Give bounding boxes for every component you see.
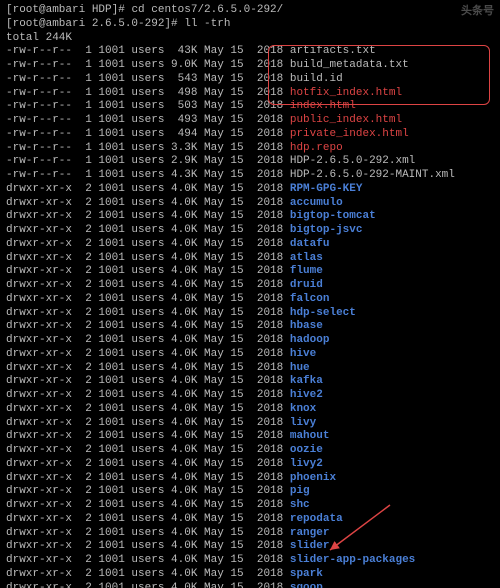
list-item: -rw-r--r-- 1 1001 users 503 May 15 2018 … <box>6 100 494 114</box>
list-item: drwxr-xr-x 2 1001 users 4.0K May 15 2018… <box>6 224 494 238</box>
list-item: drwxr-xr-x 2 1001 users 4.0K May 15 2018… <box>6 265 494 279</box>
file-name: sqoop <box>290 582 323 588</box>
list-item: drwxr-xr-x 2 1001 users 4.0K May 15 2018… <box>6 430 494 444</box>
list-item: drwxr-xr-x 2 1001 users 4.0K May 15 2018… <box>6 320 494 334</box>
file-name: index.html <box>290 100 356 112</box>
file-name: repodata <box>290 513 343 525</box>
file-name: hbase <box>290 320 323 332</box>
file-name: hue <box>290 362 310 374</box>
prompt-line: [root@ambari 2.6.5.0-292]# ll -trh <box>6 18 494 32</box>
list-item: drwxr-xr-x 2 1001 users 4.0K May 15 2018… <box>6 183 494 197</box>
list-item: drwxr-xr-x 2 1001 users 4.0K May 15 2018… <box>6 403 494 417</box>
list-item: drwxr-xr-x 2 1001 users 4.0K May 15 2018… <box>6 307 494 321</box>
list-item: drwxr-xr-x 2 1001 users 4.0K May 15 2018… <box>6 472 494 486</box>
list-item: -rw-r--r-- 1 1001 users 2.9K May 15 2018… <box>6 155 494 169</box>
list-item: drwxr-xr-x 2 1001 users 4.0K May 15 2018… <box>6 362 494 376</box>
list-item: drwxr-xr-x 2 1001 users 4.0K May 15 2018… <box>6 279 494 293</box>
file-name: slider <box>290 540 330 552</box>
file-name: HDP-2.6.5.0-292-MAINT.xml <box>290 169 455 181</box>
file-name: mahout <box>290 430 330 442</box>
file-name: RPM-GPG-KEY <box>290 183 363 195</box>
list-item: drwxr-xr-x 2 1001 users 4.0K May 15 2018… <box>6 375 494 389</box>
list-item: -rw-r--r-- 1 1001 users 3.3K May 15 2018… <box>6 142 494 156</box>
list-item: drwxr-xr-x 2 1001 users 4.0K May 15 2018… <box>6 210 494 224</box>
list-item: drwxr-xr-x 2 1001 users 4.0K May 15 2018… <box>6 197 494 211</box>
list-item: drwxr-xr-x 2 1001 users 4.0K May 15 2018… <box>6 582 494 588</box>
file-name: pig <box>290 485 310 497</box>
list-item: -rw-r--r-- 1 1001 users 43K May 15 2018 … <box>6 45 494 59</box>
list-item: -rw-r--r-- 1 1001 users 494 May 15 2018 … <box>6 128 494 142</box>
file-name: shc <box>290 499 310 511</box>
list-item: -rw-r--r-- 1 1001 users 498 May 15 2018 … <box>6 87 494 101</box>
watermark-top: 头条号 <box>461 6 494 20</box>
list-item: drwxr-xr-x 2 1001 users 4.0K May 15 2018… <box>6 252 494 266</box>
file-name: hdp.repo <box>290 142 343 154</box>
file-name: ranger <box>290 527 330 539</box>
file-name: druid <box>290 279 323 291</box>
file-name: build_metadata.txt <box>290 59 409 71</box>
terminal[interactable]: 头条号 [root@ambari HDP]# cd centos7/2.6.5.… <box>0 0 500 588</box>
file-name: oozie <box>290 444 323 456</box>
command-text: ll -trh <box>184 18 230 30</box>
file-name: hdp-select <box>290 307 356 319</box>
list-item: drwxr-xr-x 2 1001 users 4.0K May 15 2018… <box>6 334 494 348</box>
list-item: drwxr-xr-x 2 1001 users 4.0K May 15 2018… <box>6 527 494 541</box>
file-name: slider-app-packages <box>290 554 415 566</box>
file-name: knox <box>290 403 316 415</box>
list-item: drwxr-xr-x 2 1001 users 4.0K May 15 2018… <box>6 293 494 307</box>
prompt-host: [root@ambari HDP]# <box>6 4 125 16</box>
list-item: -rw-r--r-- 1 1001 users 543 May 15 2018 … <box>6 73 494 87</box>
list-item: drwxr-xr-x 2 1001 users 4.0K May 15 2018… <box>6 458 494 472</box>
list-item: drwxr-xr-x 2 1001 users 4.0K May 15 2018… <box>6 499 494 513</box>
file-name: bigtop-jsvc <box>290 224 363 236</box>
file-name: phoenix <box>290 472 336 484</box>
total-line: total 244K <box>6 32 494 46</box>
list-item: drwxr-xr-x 2 1001 users 4.0K May 15 2018… <box>6 568 494 582</box>
file-name: hadoop <box>290 334 330 346</box>
file-listing: -rw-r--r-- 1 1001 users 43K May 15 2018 … <box>6 45 494 588</box>
file-name: hotfix_index.html <box>290 87 402 99</box>
file-name: datafu <box>290 238 330 250</box>
file-name: artifacts.txt <box>290 45 376 57</box>
list-item: drwxr-xr-x 2 1001 users 4.0K May 15 2018… <box>6 513 494 527</box>
list-item: drwxr-xr-x 2 1001 users 4.0K May 15 2018… <box>6 238 494 252</box>
file-name: hive2 <box>290 389 323 401</box>
file-name: flume <box>290 265 323 277</box>
file-name: atlas <box>290 252 323 264</box>
file-name: private_index.html <box>290 128 409 140</box>
list-item: drwxr-xr-x 2 1001 users 4.0K May 15 2018… <box>6 389 494 403</box>
list-item: drwxr-xr-x 2 1001 users 4.0K May 15 2018… <box>6 417 494 431</box>
file-name: public_index.html <box>290 114 402 126</box>
list-item: drwxr-xr-x 2 1001 users 4.0K May 15 2018… <box>6 540 494 554</box>
file-name: bigtop-tomcat <box>290 210 376 222</box>
prompt-line: [root@ambari HDP]# cd centos7/2.6.5.0-29… <box>6 4 494 18</box>
list-item: drwxr-xr-x 2 1001 users 4.0K May 15 2018… <box>6 485 494 499</box>
file-name: spark <box>290 568 323 580</box>
command-text: cd centos7/2.6.5.0-292/ <box>131 4 283 16</box>
list-item: drwxr-xr-x 2 1001 users 4.0K May 15 2018… <box>6 348 494 362</box>
list-item: -rw-r--r-- 1 1001 users 9.0K May 15 2018… <box>6 59 494 73</box>
file-name: livy2 <box>290 458 323 470</box>
file-name: accumulo <box>290 197 343 209</box>
file-name: kafka <box>290 375 323 387</box>
file-name: hive <box>290 348 316 360</box>
file-name: build.id <box>290 73 343 85</box>
file-name: falcon <box>290 293 330 305</box>
prompt-host: [root@ambari 2.6.5.0-292]# <box>6 18 178 30</box>
list-item: drwxr-xr-x 2 1001 users 4.0K May 15 2018… <box>6 444 494 458</box>
file-name: livy <box>290 417 316 429</box>
list-item: drwxr-xr-x 2 1001 users 4.0K May 15 2018… <box>6 554 494 568</box>
list-item: -rw-r--r-- 1 1001 users 4.3K May 15 2018… <box>6 169 494 183</box>
list-item: -rw-r--r-- 1 1001 users 493 May 15 2018 … <box>6 114 494 128</box>
file-name: HDP-2.6.5.0-292.xml <box>290 155 415 167</box>
